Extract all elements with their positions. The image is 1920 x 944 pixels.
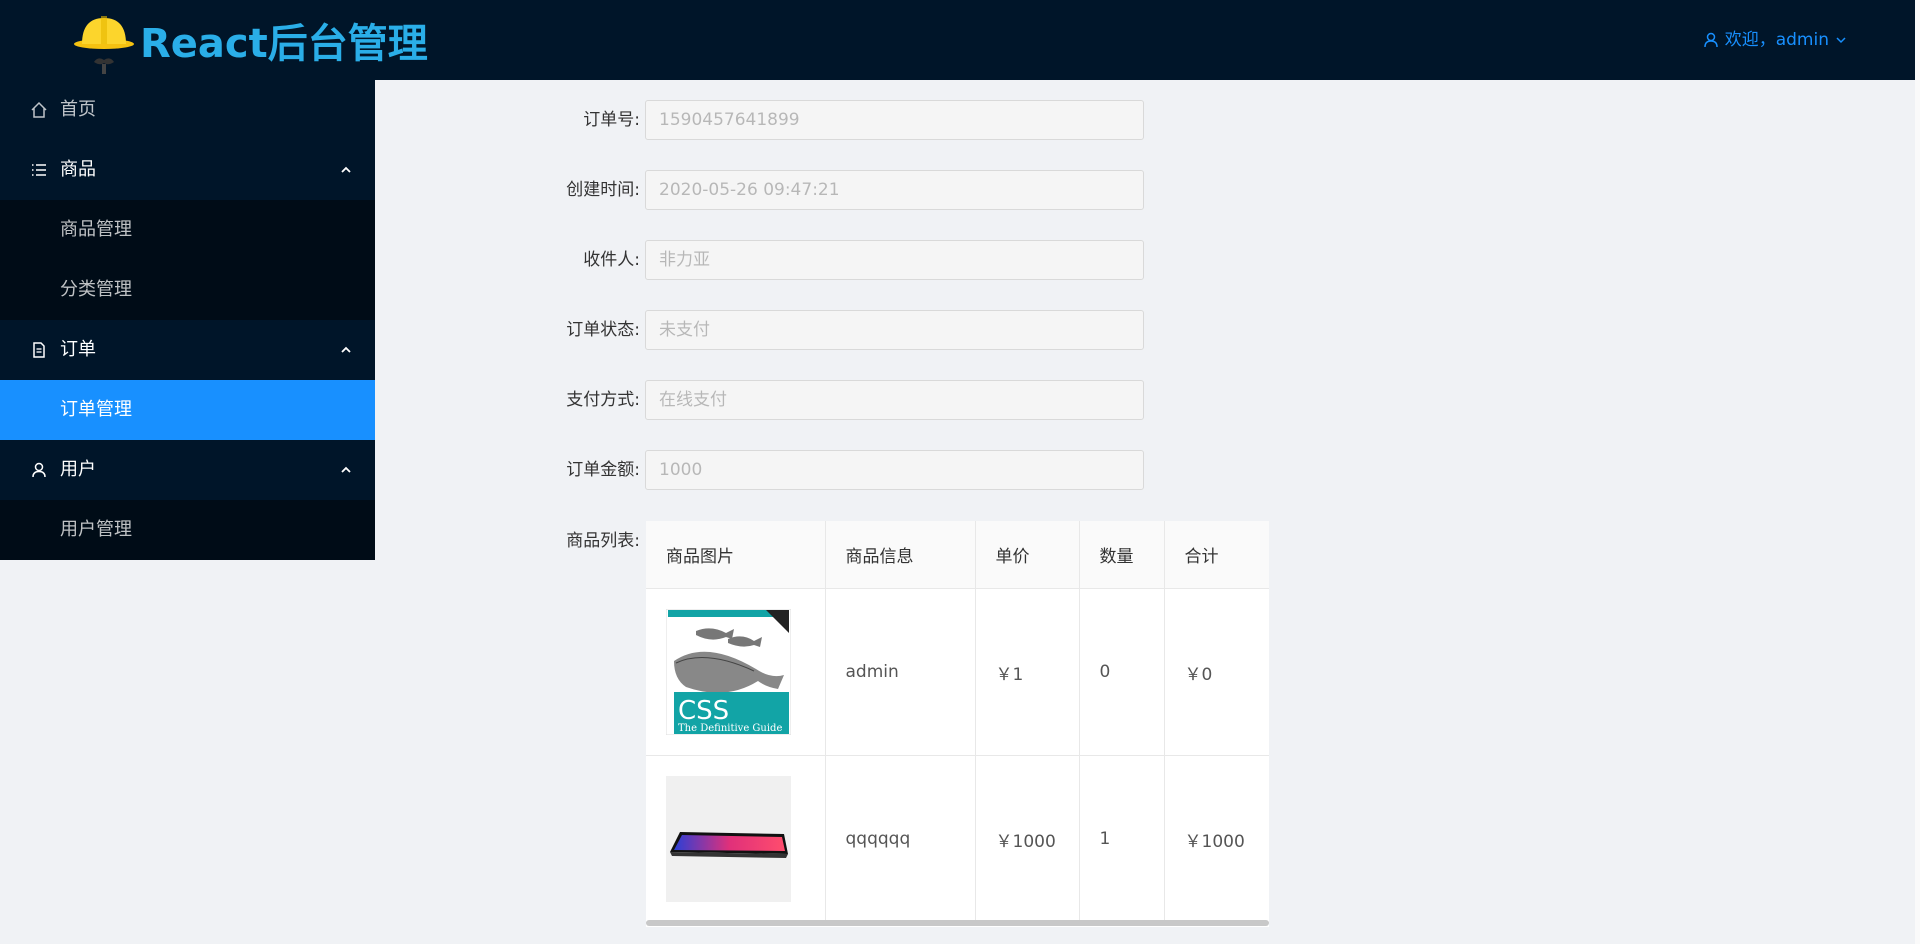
sidebar-group-orders[interactable]: 订单 — [0, 320, 375, 380]
sidebar-item-product-management[interactable]: 商品管理 — [0, 200, 375, 260]
sidebar-item-label: 首页 — [60, 99, 96, 120]
order-no-field[interactable]: 1590457641899 — [645, 100, 1144, 140]
quantity-cell: 0 — [1079, 588, 1165, 756]
order-amount-label: 订单金额: — [566, 460, 640, 480]
home-icon — [31, 101, 47, 118]
table-header-row: 商品图片 商品信息 单价 数量 合计 — [646, 521, 1269, 589]
chevron-down-icon — [1836, 37, 1846, 44]
unit-price-cell: ￥1000 — [975, 755, 1080, 923]
created-time-label: 创建时间: — [566, 180, 640, 200]
page-scrollbar-thumb[interactable] — [1915, 0, 1920, 944]
order-amount-field[interactable]: 1000 — [645, 450, 1144, 490]
product-image-cell: CSS The Definitive Guide — [646, 588, 826, 756]
app-title: React后台管理 — [140, 21, 428, 67]
logo-icon — [74, 16, 134, 74]
sidebar-menu: 首页 商品 商品管理 分类管理 订单 订单管理 用户 用户管理 — [0, 80, 375, 560]
chevron-up-icon — [341, 346, 351, 353]
user-icon — [1703, 32, 1718, 48]
page-vertical-scrollbar[interactable] — [1915, 0, 1920, 944]
column-header: 商品信息 — [825, 521, 976, 589]
table-row: qqqqqq ￥1000 1 ￥1000 — [646, 755, 1269, 923]
order-no-label: 订单号: — [583, 110, 640, 130]
svg-text:CSS: CSS — [678, 696, 729, 726]
table-row: CSS The Definitive Guide admin ￥1 0 ￥0 — [646, 588, 1269, 756]
subtotal-cell: ￥0 — [1164, 588, 1269, 756]
subtotal-cell: ￥1000 — [1164, 755, 1269, 923]
file-icon — [33, 342, 45, 358]
sidebar-group-label: 订单 — [60, 339, 96, 360]
receiver-label: 收件人: — [583, 250, 640, 270]
column-header: 合计 — [1164, 521, 1269, 589]
payment-method-field[interactable]: 在线支付 — [645, 380, 1144, 420]
product-list-label: 商品列表: — [566, 531, 640, 551]
receiver-field[interactable]: 非力亚 — [645, 240, 1144, 280]
users-submenu: 用户管理 — [0, 500, 375, 560]
sidebar-item-category-management[interactable]: 分类管理 — [0, 260, 375, 320]
smartphone-image — [666, 776, 791, 902]
sidebar-item-home[interactable]: 首页 — [0, 80, 375, 140]
table-horizontal-scrollbar[interactable] — [646, 920, 1269, 926]
chevron-up-icon — [341, 466, 351, 473]
list-icon — [32, 164, 46, 176]
top-header: React后台管理 欢迎，admin — [0, 0, 1915, 80]
sidebar-group-users[interactable]: 用户 — [0, 440, 375, 500]
created-time-field[interactable]: 2020-05-26 09:47:21 — [645, 170, 1144, 210]
payment-method-label: 支付方式: — [566, 390, 640, 410]
column-header: 商品图片 — [646, 521, 826, 589]
product-table: 商品图片 商品信息 单价 数量 合计 CSS The Definitive Gu… — [646, 521, 1269, 927]
user-icon — [32, 462, 46, 478]
quantity-cell: 1 — [1079, 755, 1165, 923]
sidebar-item-user-management[interactable]: 用户管理 — [0, 500, 375, 560]
column-header: 数量 — [1079, 521, 1165, 589]
products-submenu: 商品管理 分类管理 — [0, 200, 375, 320]
sidebar-item-order-management[interactable]: 订单管理 — [0, 380, 375, 440]
chevron-up-icon — [341, 166, 351, 173]
svg-text:The Definitive Guide: The Definitive Guide — [678, 723, 782, 734]
user-menu[interactable]: 欢迎，admin — [1703, 26, 1847, 54]
sidebar-group-label: 用户 — [60, 459, 96, 480]
order-status-field[interactable]: 未支付 — [645, 310, 1144, 350]
order-status-label: 订单状态: — [566, 320, 640, 340]
sidebar-group-label: 商品 — [60, 159, 96, 180]
product-info-cell: admin — [825, 588, 976, 756]
welcome-text: 欢迎，admin — [1724, 30, 1829, 50]
css-book-cover-image: CSS The Definitive Guide — [666, 609, 791, 735]
unit-price-cell: ￥1 — [975, 588, 1080, 756]
product-image-cell — [646, 755, 826, 923]
orders-submenu: 订单管理 — [0, 380, 375, 440]
sidebar-group-products[interactable]: 商品 — [0, 140, 375, 200]
column-header: 单价 — [975, 521, 1080, 589]
product-info-cell: qqqqqq — [825, 755, 976, 923]
